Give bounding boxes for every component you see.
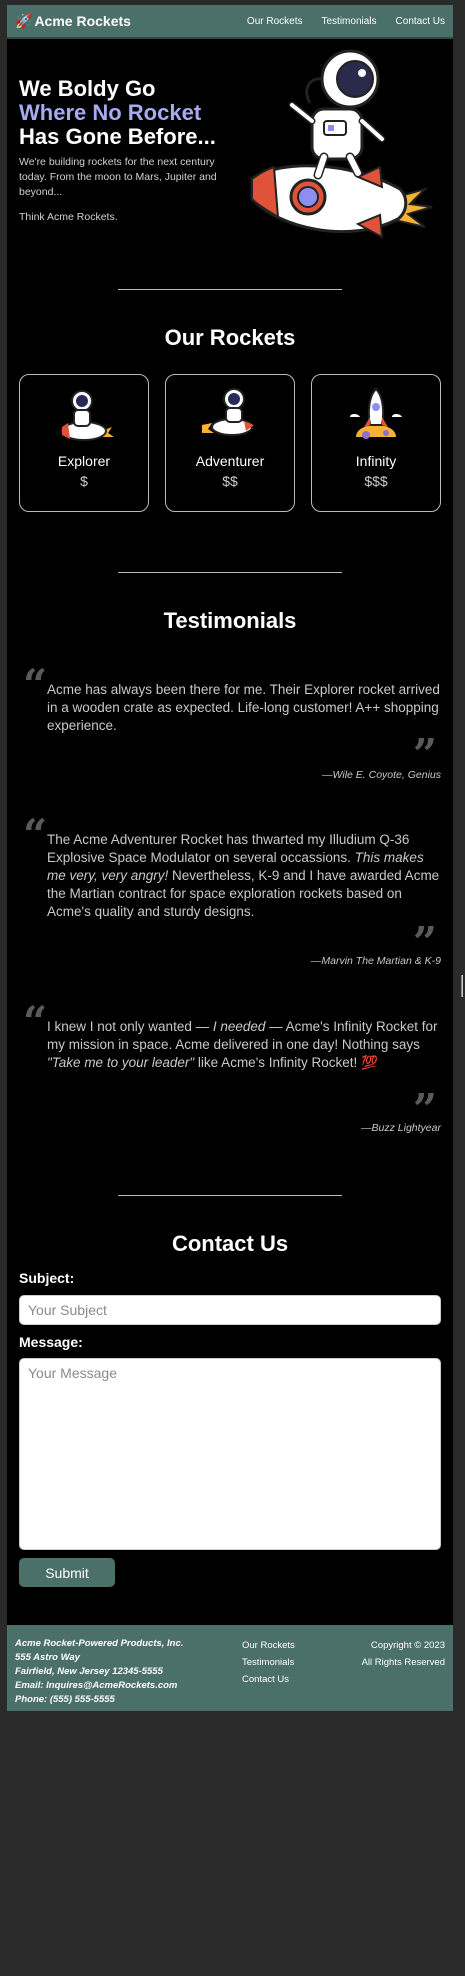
rocket-card-explorer[interactable]: Explorer $ <box>19 374 149 512</box>
copyright-text: Copyright © 2023 <box>370 1640 445 1651</box>
footer: Acme Rocket-Powered Products, Inc. 555 A… <box>7 1625 453 1711</box>
adventurer-rocket-image <box>202 388 254 436</box>
rocket-price: $$ <box>222 473 238 489</box>
astronaut-rocket-illustration <box>250 49 433 239</box>
subject-label: Subject: <box>19 1270 75 1286</box>
message-label: Message: <box>19 1334 83 1350</box>
footer-link-contact-us[interactable]: Contact Us <box>242 1671 295 1688</box>
testimonial-card: “ The Acme Adventurer Rocket has thwarte… <box>19 810 441 975</box>
rights-text: All Rights Reserved <box>361 1657 445 1668</box>
testimonial-text-emphasis: "Take me to your leader" <box>47 1055 195 1070</box>
hero-description: We're building rockets for the next cent… <box>19 156 217 198</box>
testimonial-text-part: I knew I not only wanted — <box>47 1019 213 1034</box>
street-address: 555 Astro Way <box>15 1652 80 1663</box>
brand-name: Acme Rockets <box>34 13 131 29</box>
message-textarea[interactable] <box>19 1358 441 1550</box>
rocket-price: $$$ <box>364 473 388 489</box>
hero-title-line1: We Boldy Go <box>19 76 156 101</box>
our-rockets-title: Our Rockets <box>164 325 296 350</box>
section-divider <box>118 1195 342 1196</box>
footer-link-our-rockets[interactable]: Our Rockets <box>242 1637 295 1654</box>
section-divider <box>118 572 342 573</box>
phone-number: Phone: (555) 555-5555 <box>15 1694 115 1705</box>
rocket-card-adventurer[interactable]: Adventurer $$ <box>165 374 295 512</box>
hero-title-line2: Where No Rocket <box>19 100 202 125</box>
nav-link-contact-us[interactable]: Contact Us <box>396 16 445 27</box>
rocket-name: Explorer <box>57 453 111 469</box>
testimonial-text: I knew I not only wanted — I needed — Ac… <box>47 1018 441 1072</box>
testimonial-card: “ I knew I not only wanted — I needed — … <box>19 997 441 1142</box>
page: 🚀 Acme Rockets Our Rockets Testimonials … <box>7 5 453 1711</box>
footer-copyright: Copyright © 2023 All Rights Reserved <box>362 1637 445 1671</box>
hero-title: We Boldy Go Where No Rocket Has Gone Bef… <box>19 77 229 149</box>
submit-button[interactable]: Submit <box>19 1558 115 1587</box>
hero-tagline: Think Acme Rockets. <box>19 211 118 223</box>
rocket-price: $ <box>80 473 88 489</box>
nav-links: Our Rockets Testimonials Contact Us <box>247 16 445 27</box>
testimonial-author: —Wile E. Coyote, Genius <box>322 769 441 781</box>
navbar: 🚀 Acme Rockets Our Rockets Testimonials … <box>7 5 453 39</box>
city-state-zip: Fairfield, New Jersey 12345-5555 <box>15 1666 163 1677</box>
subject-input[interactable] <box>19 1295 441 1325</box>
testimonial-text: Acme has always been there for me. Their… <box>47 682 440 733</box>
footer-address: Acme Rocket-Powered Products, Inc. 555 A… <box>15 1637 183 1707</box>
testimonial-text: The Acme Adventurer Rocket has thwarted … <box>47 831 441 921</box>
scrollbar-handle[interactable] <box>461 975 463 997</box>
testimonial-card: “ Acme has always been there for me. The… <box>19 660 441 785</box>
rocket-name: Infinity <box>355 453 397 469</box>
rocket-card-infinity[interactable]: Infinity $$$ <box>311 374 441 512</box>
testimonial-author: —Buzz Lightyear <box>361 1122 441 1134</box>
nav-link-testimonials[interactable]: Testimonials <box>322 16 377 27</box>
explorer-rocket-image <box>61 390 114 441</box>
brand-link[interactable]: 🚀 Acme Rockets <box>15 13 131 30</box>
open-quote-icon: “ <box>23 810 48 859</box>
testimonial-text-part: like Acme's Infinity Rocket! 💯 <box>194 1055 378 1070</box>
rocket-name: Adventurer <box>195 453 265 469</box>
open-quote-icon: “ <box>23 660 48 709</box>
testimonial-author: —Marvin The Martian & K-9 <box>310 955 441 967</box>
testimonial-text-emphasis: I needed <box>212 1019 266 1034</box>
contact-title: Contact Us <box>171 1231 289 1256</box>
infinity-rocket-image <box>350 387 402 439</box>
nav-link-our-rockets[interactable]: Our Rockets <box>247 16 303 27</box>
company-name: Acme Rocket-Powered Products, Inc. <box>15 1638 184 1649</box>
section-divider <box>118 289 342 290</box>
footer-link-testimonials[interactable]: Testimonials <box>242 1654 295 1671</box>
rocket-icon: 🚀 <box>15 12 33 29</box>
hero-title-line3: Has Gone Before... <box>19 124 216 149</box>
footer-links: Our Rockets Testimonials Contact Us <box>242 1637 295 1688</box>
testimonials-title: Testimonials <box>163 608 297 633</box>
email-address: Email: Inquires@AcmeRockets.com <box>15 1680 178 1691</box>
rocket-cards: Explorer $ Adventurer $$ Infinity $$$ <box>19 374 441 512</box>
open-quote-icon: “ <box>23 997 48 1046</box>
hero: We Boldy Go Where No Rocket Has Gone Bef… <box>19 77 229 225</box>
